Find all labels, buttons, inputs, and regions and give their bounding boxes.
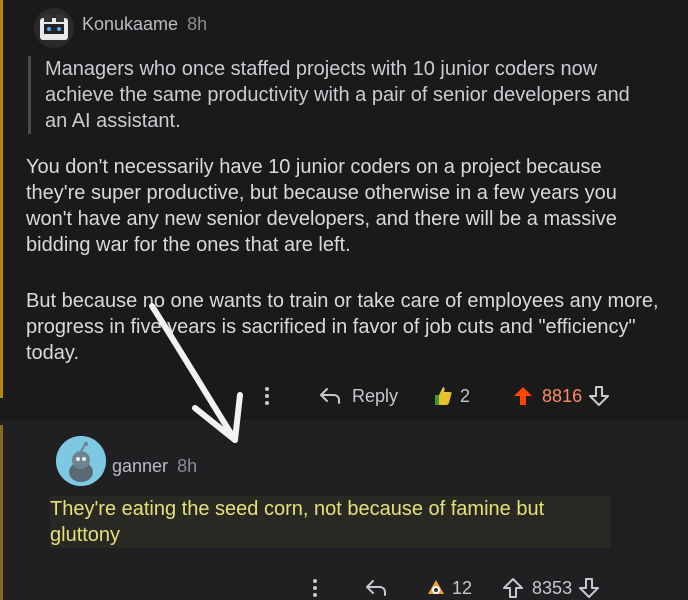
op-timestamp: 8h — [187, 14, 208, 34]
upvote-button[interactable] — [502, 577, 524, 599]
reply-icon — [320, 388, 340, 404]
op-avatar[interactable] — [34, 8, 74, 48]
award-button[interactable]: 2 — [432, 384, 470, 408]
award-count: 2 — [460, 385, 471, 406]
more-options-icon[interactable] — [312, 579, 318, 597]
downvote-button[interactable] — [588, 385, 610, 407]
downvote-icon — [579, 578, 600, 598]
reply-score: 8353 — [532, 577, 573, 598]
op-paragraph-2: But because no one wants to train or tak… — [26, 290, 659, 364]
op-score: 8816 — [542, 385, 583, 406]
thread-line[interactable] — [0, 0, 3, 398]
reply-author-name[interactable]: ganner — [112, 456, 168, 476]
op-paragraph-1: You don't necessarily have 10 junior cod… — [26, 156, 617, 256]
reply-action-bar: 12 8353 — [312, 576, 600, 600]
reply-thread-line[interactable] — [0, 425, 3, 600]
reply-button[interactable]: Reply — [318, 386, 398, 407]
award-count: 12 — [452, 577, 473, 598]
thumbs-up-award-icon — [435, 387, 452, 405]
downvote-icon — [589, 386, 610, 406]
op-author-line: Konukaame 8h — [82, 14, 207, 35]
more-options-icon[interactable] — [264, 387, 270, 405]
op-action-bar: Reply 2 8816 — [264, 384, 610, 408]
award-button[interactable]: 12 — [424, 576, 472, 600]
reply-author-line: ganner 8h — [112, 456, 197, 477]
op-quote: Managers who once staffed projects with … — [28, 56, 645, 134]
downvote-button[interactable] — [578, 577, 600, 599]
reply-icon — [366, 580, 386, 596]
upvote-filled-icon — [514, 387, 533, 405]
reply-label: Reply — [352, 385, 399, 406]
op-author-name[interactable]: Konukaame — [82, 14, 178, 34]
upvote-button[interactable] — [512, 385, 534, 407]
reply-timestamp: 8h — [177, 456, 198, 476]
reply-avatar[interactable] — [56, 436, 106, 486]
reply-button[interactable] — [364, 578, 388, 598]
award-icon — [428, 580, 444, 594]
upvote-icon — [503, 578, 524, 598]
reply-body: They're eating the seed corn, not becaus… — [50, 496, 610, 548]
